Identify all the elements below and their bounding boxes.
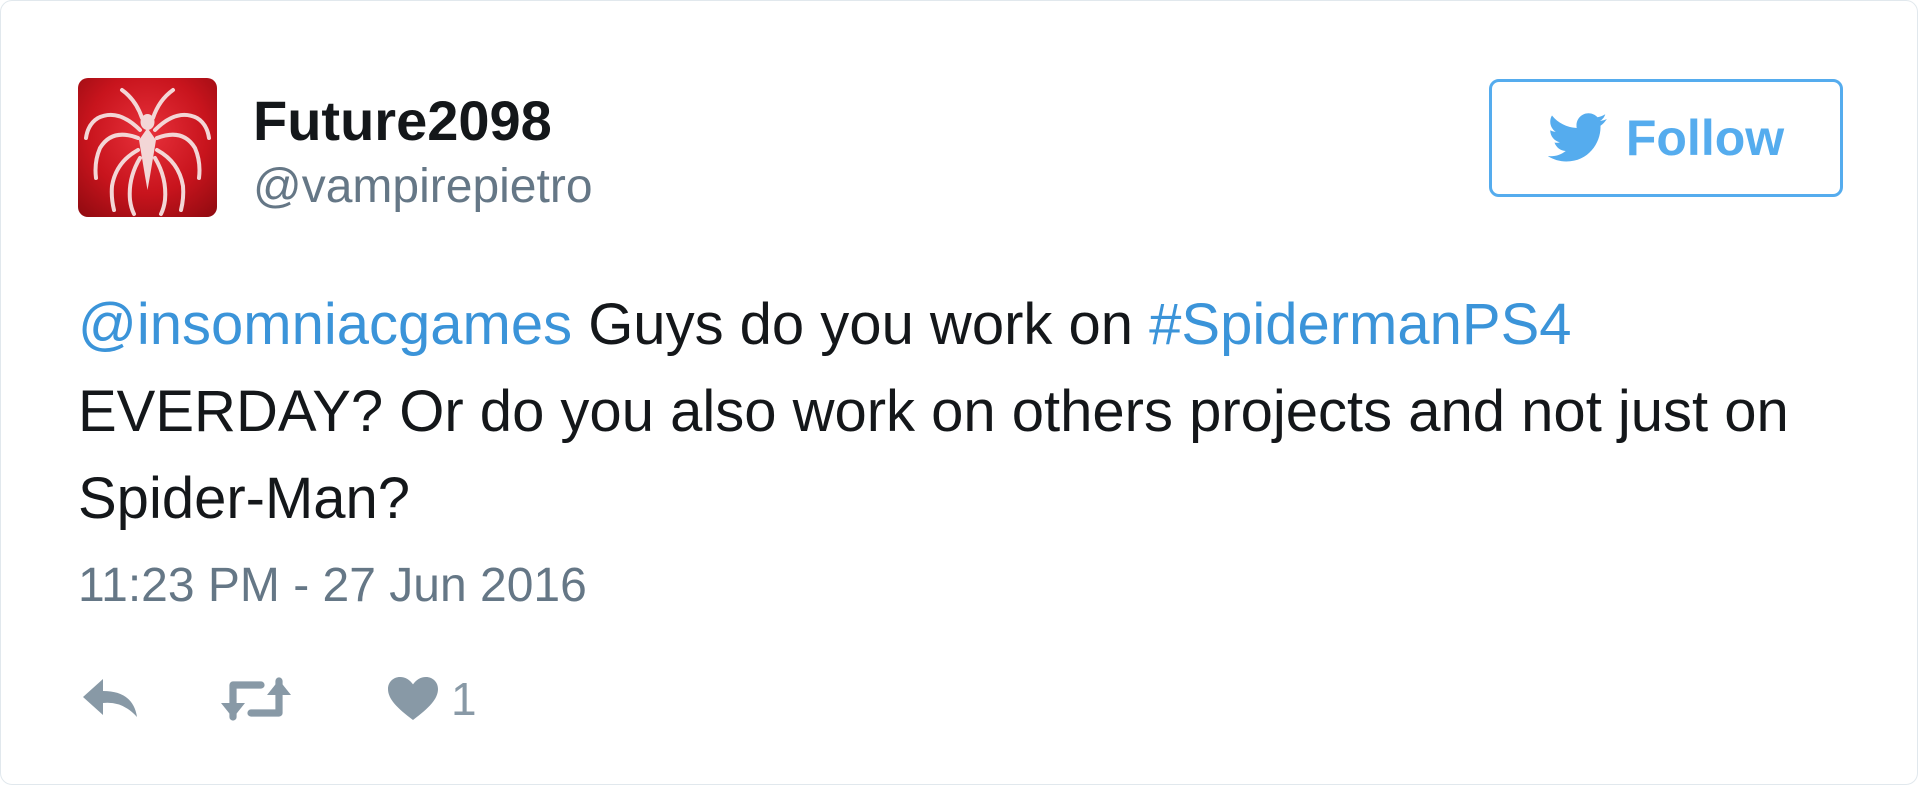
hashtag-link[interactable]: #SpidermanPS4 bbox=[1149, 292, 1571, 357]
user-display-name[interactable]: Future2098 bbox=[253, 89, 552, 153]
retweet-icon bbox=[221, 677, 291, 721]
twitter-bird-icon bbox=[1547, 113, 1607, 162]
follow-button[interactable]: Follow bbox=[1489, 79, 1843, 197]
follow-label: Follow bbox=[1625, 110, 1785, 166]
tweet-text-part-2: EVERDAY? Or do you also work on others p… bbox=[78, 379, 1789, 531]
spider-emblem-icon bbox=[84, 88, 211, 216]
reply-icon bbox=[83, 679, 137, 717]
user-handle[interactable]: @vampirepietro bbox=[253, 159, 593, 215]
heart-icon bbox=[388, 677, 438, 720]
like-count: 1 bbox=[451, 673, 477, 725]
mention-link[interactable]: @insomniacgames bbox=[78, 292, 572, 357]
retweet-button[interactable] bbox=[219, 669, 293, 729]
tweet-text: @insomniacgames Guys do you work on #Spi… bbox=[78, 281, 1858, 542]
tweet-timestamp[interactable]: 11:23 PM - 27 Jun 2016 bbox=[78, 558, 587, 614]
tweet-text-part-1: Guys do you work on bbox=[572, 292, 1150, 357]
tweet-card: Future2098 @vampirepietro Follow @insomn… bbox=[0, 0, 1918, 785]
reply-button[interactable] bbox=[81, 669, 141, 729]
avatar[interactable] bbox=[78, 78, 217, 217]
like-button[interactable]: 1 bbox=[387, 669, 477, 729]
